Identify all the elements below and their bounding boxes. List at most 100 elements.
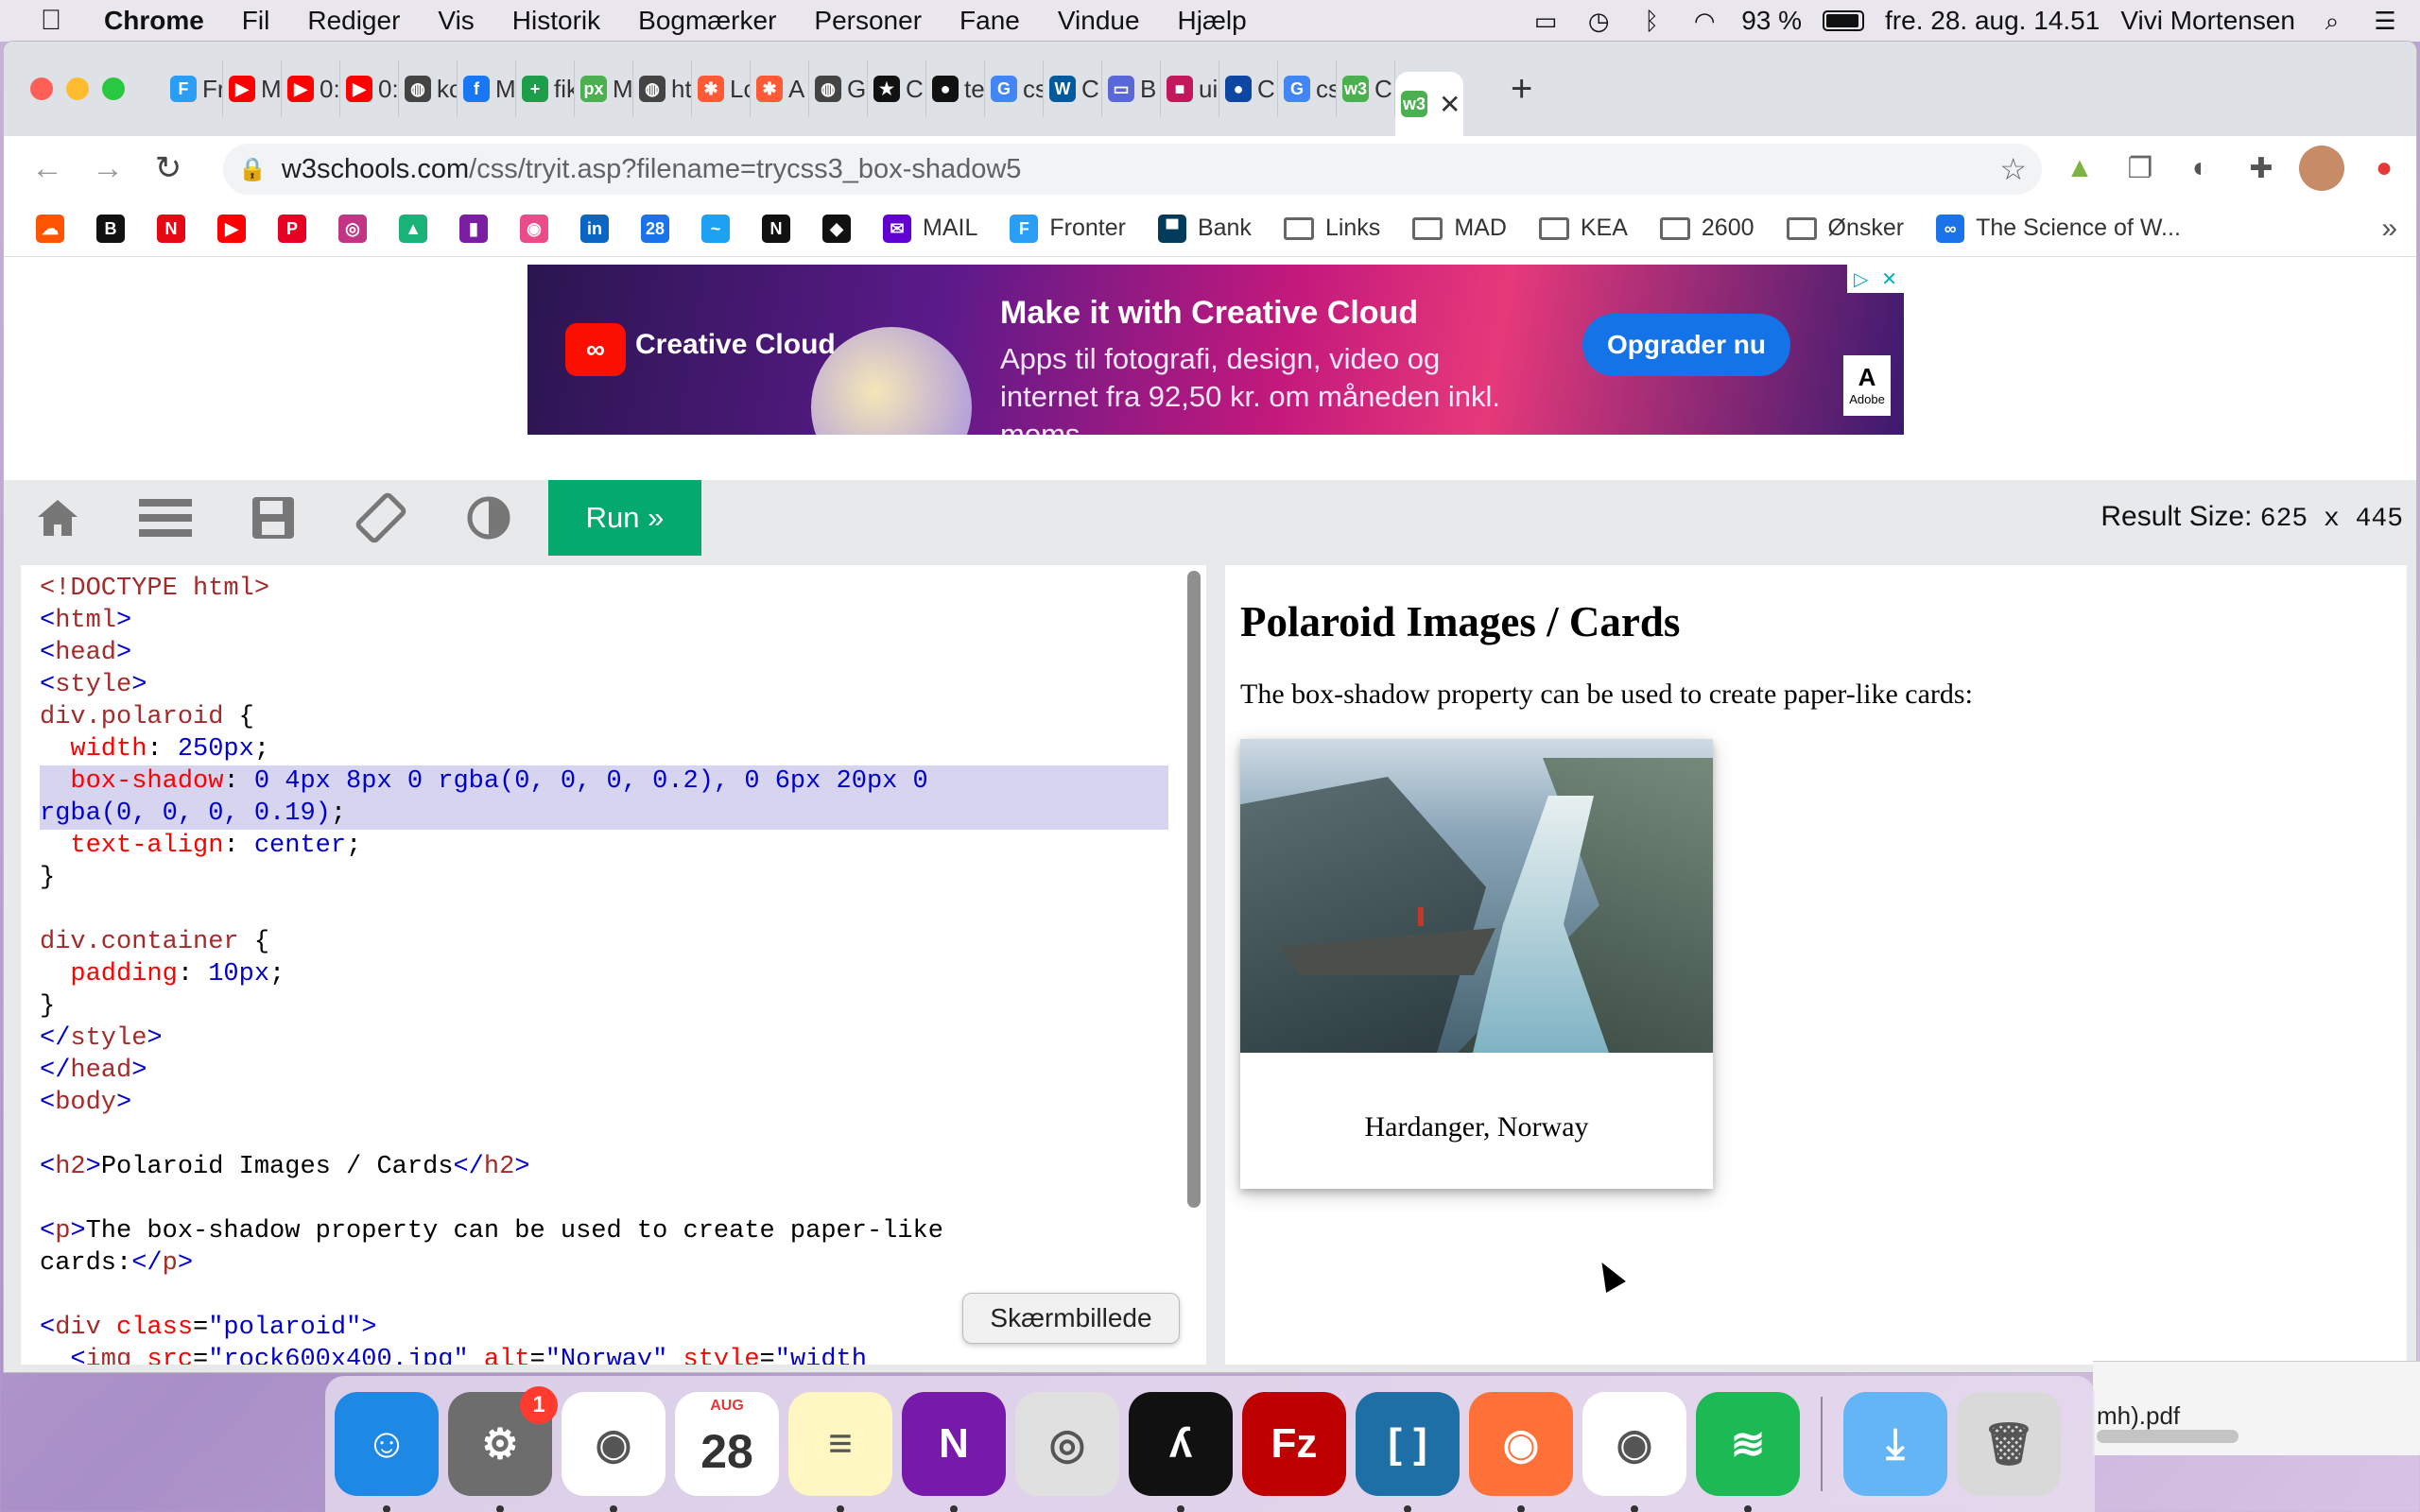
airplay-icon[interactable]: ▭ [1530,7,1562,35]
tab-18[interactable]: ● C [1219,60,1278,117]
bookmark-5[interactable]: ◎ [338,214,367,243]
extensions-puzzle-icon[interactable]: ✚ [2238,146,2284,191]
bookmark-20[interactable]: 2600 [1659,215,1754,242]
menu-fane[interactable]: Fane [941,6,1039,36]
home-button[interactable] [4,480,112,556]
bookmark-11[interactable]: ~ [701,214,730,243]
tab-15[interactable]: WC [1044,60,1102,117]
dock-firefox-icon[interactable]: ◉ [1469,1392,1573,1512]
tab-19[interactable]: Gcs [1278,60,1337,117]
tab-20[interactable]: w3C! [1337,60,1395,117]
tab-11[interactable]: ◍Gi [809,60,868,117]
reload-button[interactable]: ↻ [138,149,199,187]
extension-compass-icon[interactable]: ◐ [2178,146,2223,191]
dock-notes-icon[interactable]: ≡ [788,1392,892,1512]
dock-chrome-icon[interactable]: ◉ [562,1392,666,1512]
bookmark-22[interactable]: ∞ The Science of W... [1936,214,2181,243]
bookmark-2[interactable]: N [157,214,185,243]
bookmark-0[interactable]: ☁ [36,214,64,243]
dock-downloads-icon[interactable]: ⤓ [1843,1392,1947,1496]
bookmark-16[interactable]: ▀ Bank [1157,214,1252,243]
ad-choices[interactable]: ▷ ✕ [1847,265,1904,293]
desktop-file[interactable]: mh).pdf [2093,1361,2420,1455]
lock-icon[interactable]: 🔒 [238,156,267,183]
menubar-user[interactable]: Vivi Mortensen [2120,6,2295,36]
bookmark-18[interactable]: MAD [1412,215,1507,242]
dock-finder-icon[interactable]: ☺ [335,1392,439,1512]
bookmark-6[interactable]: ▲ [399,214,427,243]
menu-vis[interactable]: Vis [419,6,493,36]
dock-screenshot-icon[interactable]: ◎ [1015,1392,1119,1496]
bookmark-14[interactable]: ✉ MAIL [883,214,977,243]
dock-system-preferences-icon[interactable]: ⚙ 1 [448,1386,558,1512]
time-machine-icon[interactable]: ◷ [1582,7,1615,35]
bookmark-3[interactable]: ▶ [217,214,246,243]
ad-cta-button[interactable]: Opgrader nu [1582,314,1790,376]
tab-active-w3schools[interactable]: w3 ✕ [1395,72,1463,136]
bluetooth-icon[interactable]: ᛒ [1635,7,1668,35]
menu-rediger[interactable]: Rediger [288,6,419,36]
tab-16[interactable]: ▭ B [1102,60,1161,117]
bookmark-21[interactable]: Ønsker [1786,215,1904,242]
dock-filezilla-icon[interactable]: Fz [1242,1392,1346,1496]
save-button[interactable] [219,480,327,556]
tab-7[interactable]: px M [575,60,633,117]
tab-12[interactable]: ★C! [868,60,926,117]
run-button[interactable]: Run » [548,480,701,556]
bookmark-19[interactable]: KEA [1538,215,1628,242]
dock-trash-icon[interactable]: 🗑 [1957,1392,2061,1496]
bookmark-10[interactable]: 28 [641,214,669,243]
tab-13[interactable]: ● te [926,60,985,117]
adchoices-icon[interactable]: ▷ [1854,267,1868,291]
close-window-button[interactable] [30,77,53,100]
address-bar[interactable]: 🔒 w3schools.com/css/tryit.asp?filename=t… [223,144,2042,195]
code-editor[interactable]: <!DOCTYPE html> <html> <head> <style> div.po… [21,565,1206,1365]
bookmarks-overflow-icon[interactable]: » [2381,213,2397,245]
bookmark-star-icon[interactable]: ☆ [1999,151,2027,187]
advertisement-banner[interactable]: ∞ Creative Cloud Make it with Creative C… [527,265,1904,435]
extension-plant-icon[interactable]: ▲ [2057,146,2102,191]
spotlight-search-icon[interactable]: ⌕ [2316,7,2348,35]
tab-3[interactable]: ▶ 0: [340,60,399,117]
bookmark-1[interactable]: B [96,214,125,243]
tab-4[interactable]: ◍kc [399,60,458,117]
menu-personer[interactable]: Personer [795,6,941,36]
rotate-layout-button[interactable] [327,480,435,556]
bookmark-12[interactable]: N [762,214,790,243]
close-tab-icon[interactable]: ✕ [1439,89,1461,120]
menu-fil[interactable]: Fil [223,6,289,36]
bookmark-8[interactable]: ◉ [520,214,548,243]
tab-10[interactable]: ✱ A [751,60,809,117]
bookmark-13[interactable]: ◆ [822,214,851,243]
tab-17[interactable]: ■ ui [1161,60,1219,117]
dock-chrome-2-icon[interactable]: ◉ [1582,1392,1686,1512]
tab-0[interactable]: FFr [164,60,223,117]
menu-vindue[interactable]: Vindue [1039,6,1159,36]
bookmark-4[interactable]: P [278,214,306,243]
menu-hjaelp[interactable]: Hjælp [1159,6,1266,36]
theme-toggle-button[interactable] [435,480,543,556]
app-menu-chrome[interactable]: Chrome [79,6,223,36]
bookmark-17[interactable]: Links [1283,215,1380,242]
tab-9[interactable]: ✱Lc [692,60,751,117]
minimize-window-button[interactable] [66,77,89,100]
tab-8[interactable]: ◍ ht [633,60,692,117]
tab-6[interactable]: + fik [516,60,575,117]
bookmark-7[interactable]: ▮ [459,214,488,243]
control-center-icon[interactable]: ☰ [2369,7,2401,35]
battery-icon[interactable] [1823,10,1865,31]
finder-scrollbar[interactable] [2097,1430,2238,1443]
back-button[interactable]: ← [17,150,78,187]
ad-close-icon[interactable]: ✕ [1881,267,1897,291]
apple-menu-icon[interactable]:  [23,5,79,37]
tab-1[interactable]: ▶ M [223,60,282,117]
dock-calendar-icon[interactable]: AUG 28 [675,1392,779,1496]
menu-historik[interactable]: Historik [493,6,619,36]
forward-button[interactable]: → [78,150,138,187]
menu-bogmaerker[interactable]: Bogmærker [619,6,795,36]
menubar-clock[interactable]: fre. 28. aug. 14.51 [1885,6,2100,36]
editor-scrollbar[interactable] [1187,571,1201,1208]
profile-avatar[interactable] [2299,146,2344,191]
dock-brackets-icon[interactable]: [ ] [1356,1392,1460,1512]
bookmark-9[interactable]: in [580,214,609,243]
